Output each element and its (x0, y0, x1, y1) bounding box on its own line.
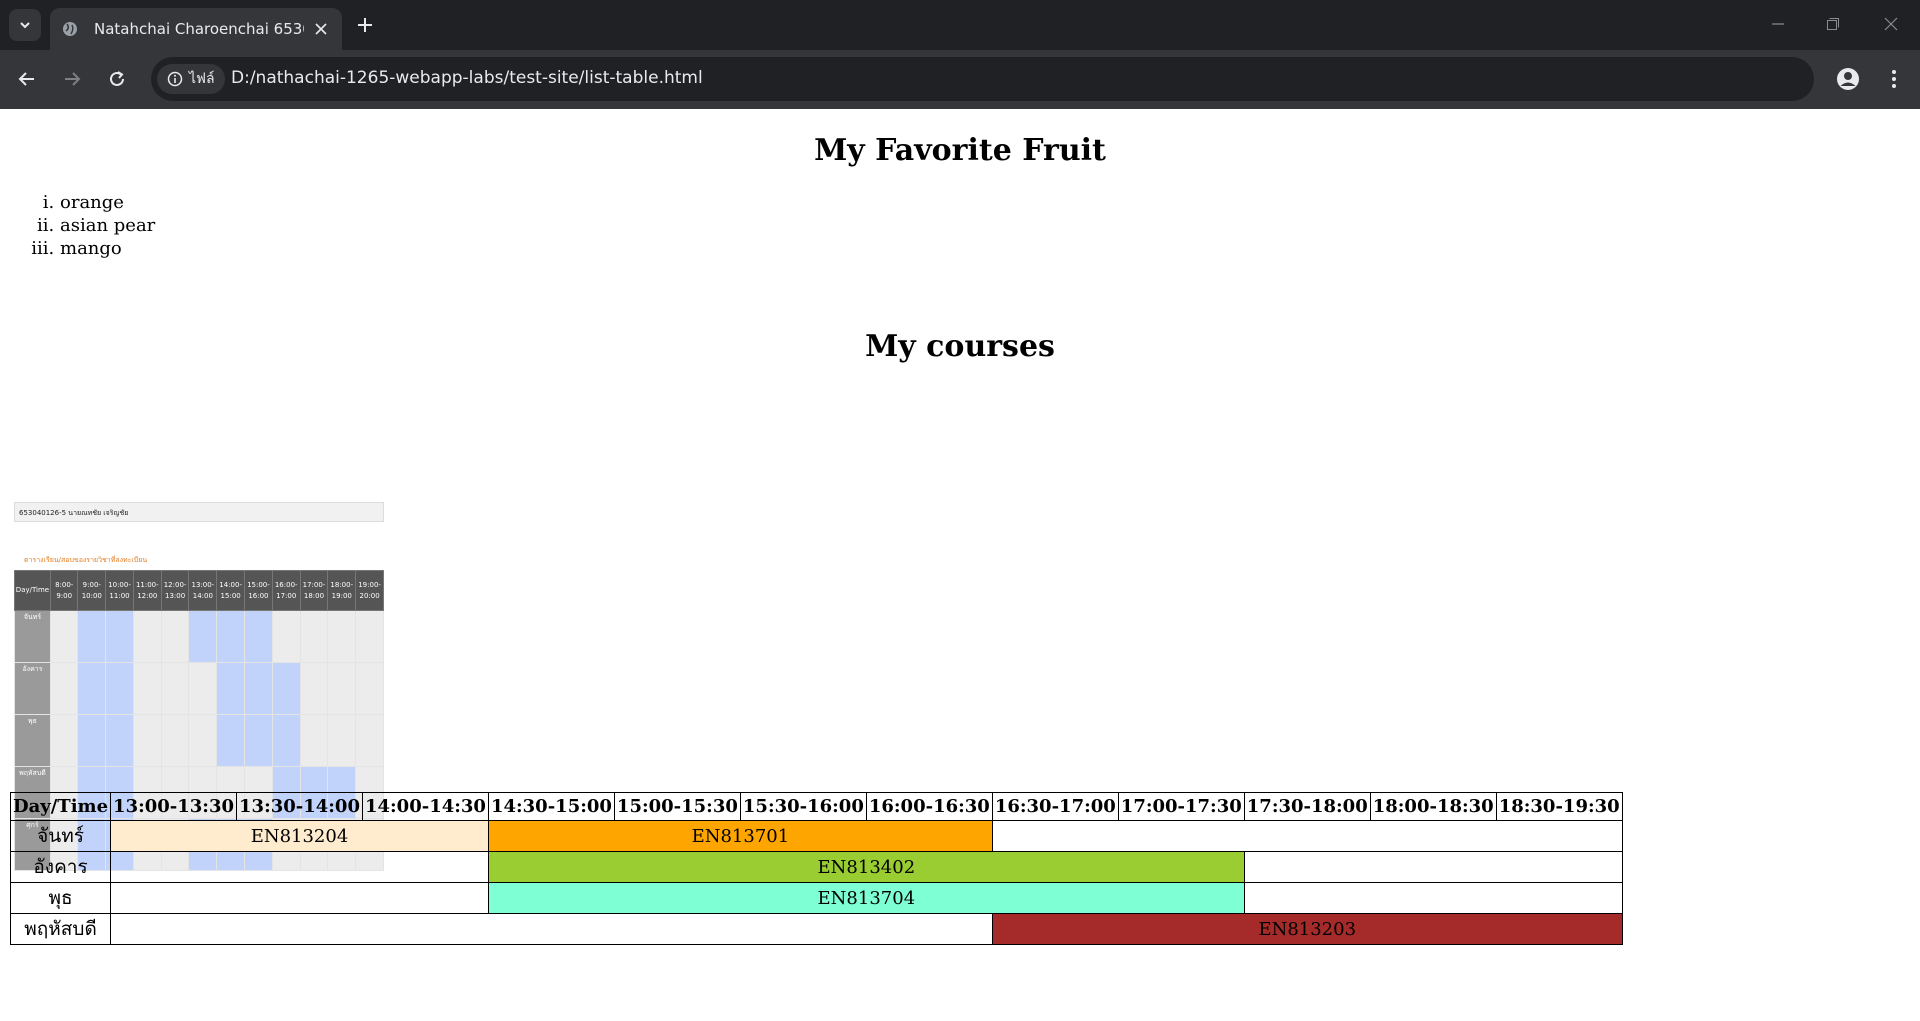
info-icon (167, 71, 183, 87)
close-window-button[interactable] (1879, 12, 1903, 36)
mini-time: 19:00-20:00 (355, 570, 384, 611)
mini-time: 9:00-10:00 (77, 570, 107, 611)
day-cell: พฤหัสบดี (9, 913, 112, 945)
close-icon (1884, 17, 1898, 31)
course-cell: EN813704 (487, 882, 1245, 914)
table-row: อังคาร EN813402 (9, 851, 1623, 883)
new-tab-button[interactable] (353, 13, 377, 37)
mini-day: จันทร์ (14, 610, 51, 663)
tab-strip: Natahchai Charoenchai 653040 (0, 0, 1920, 50)
mini-day: พุธ (14, 714, 51, 767)
header-cell: 17:00-17:30 (1117, 792, 1245, 821)
reload-button[interactable] (103, 65, 131, 93)
fruit-list: orange asian pear mango (60, 191, 155, 260)
student-line: 653040126-5 นายณทชัย เจริญชัย (14, 502, 384, 522)
timetable-header-row: Day/Time 13:00-13:30 13:30-14:00 14:00-1… (9, 792, 1623, 821)
empty-cell (110, 882, 489, 914)
reload-icon (110, 71, 124, 86)
browser-tab[interactable]: Natahchai Charoenchai 653040 (50, 8, 342, 50)
mini-time: 15:00-16:00 (244, 570, 273, 611)
restore-icon (1827, 18, 1839, 30)
header-cell: 16:00-16:30 (865, 792, 993, 821)
browser-chrome: Natahchai Charoenchai 653040 (0, 0, 1920, 109)
header-cell: 14:30-15:00 (487, 792, 615, 821)
course-cell: EN813204 (110, 820, 489, 852)
table-row: พุธ EN813704 (9, 882, 1623, 914)
chip-label: ไฟล์ (189, 71, 215, 87)
mini-time: 13:00-14:00 (188, 570, 218, 611)
header-cell: 18:00-18:30 (1369, 792, 1497, 821)
plus-icon (358, 18, 372, 32)
list-item: mango (60, 237, 155, 260)
chevron-down-icon (20, 22, 30, 29)
tab-search-button[interactable] (9, 9, 41, 41)
tab-close-icon[interactable] (312, 20, 330, 38)
minimize-button[interactable] (1766, 12, 1790, 36)
mini-day: อังคาร (14, 662, 51, 715)
header-cell: 15:00-15:30 (613, 792, 741, 821)
mini-time: 18:00-19:00 (327, 570, 357, 611)
minimize-icon (1772, 23, 1784, 25)
header-cell: 18:30-19:30 (1495, 792, 1623, 821)
schedule-subtitle: ตารางเรียน/สอบของรายวิชาที่ลงทะเบียน (24, 556, 148, 564)
header-cell: 13:00-13:30 (110, 792, 238, 821)
profile-button[interactable] (1834, 65, 1862, 93)
empty-cell (110, 913, 993, 945)
mini-time: 12:00-13:00 (160, 570, 190, 611)
empty-cell (110, 851, 489, 883)
mini-time: 14:00-15:00 (216, 570, 246, 611)
header-cell: 17:30-18:00 (1243, 792, 1371, 821)
site-info-chip[interactable]: ไฟล์ (157, 64, 225, 94)
mini-time: 8:00-9:00 (49, 570, 79, 611)
courses-heading: My courses (865, 329, 1055, 364)
day-cell: อังคาร (9, 851, 112, 883)
mini-time: 11:00-12:00 (132, 570, 162, 611)
mini-time: 10:00-11:00 (105, 570, 134, 611)
mini-header-daytime: Day/Time (14, 570, 51, 611)
empty-cell (991, 820, 1623, 852)
browser-menu-button[interactable] (1880, 65, 1908, 93)
course-cell: EN813701 (487, 820, 993, 852)
empty-cell (1243, 882, 1623, 914)
avatar-icon (1837, 68, 1859, 90)
mini-time: 16:00-17:00 (271, 570, 301, 611)
address-bar[interactable]: ไฟล์ D:/nathachai-1265-webapp-labs/test-… (151, 57, 1814, 101)
tab-title: Natahchai Charoenchai 653040 (94, 20, 304, 38)
restore-button[interactable] (1821, 12, 1845, 36)
course-cell: EN813203 (991, 913, 1623, 945)
header-cell: 16:30-17:00 (991, 792, 1119, 821)
back-button[interactable] (13, 65, 41, 93)
course-cell: EN813402 (487, 851, 1245, 883)
header-cell: 15:30-16:00 (739, 792, 867, 821)
day-cell: จันทร์ (9, 820, 112, 852)
url-text[interactable]: D:/nathachai-1265-webapp-labs/test-site/… (231, 68, 703, 88)
course-timetable: Day/Time 13:00-13:30 13:30-14:00 14:00-1… (9, 792, 1623, 945)
forward-arrow-icon (65, 72, 81, 86)
list-item: asian pear (60, 214, 155, 237)
forward-button[interactable] (58, 65, 86, 93)
kebab-menu-icon (1892, 70, 1896, 88)
browser-toolbar: ไฟล์ D:/nathachai-1265-webapp-labs/test-… (0, 50, 1920, 109)
page-content: My Favorite Fruit orange asian pear mang… (0, 109, 1920, 1021)
table-row: จันทร์ EN813204 EN813701 (9, 820, 1623, 852)
table-row: พฤหัสบดี EN813203 (9, 913, 1623, 945)
header-cell: Day/Time (9, 792, 112, 821)
fruit-heading: My Favorite Fruit (814, 133, 1106, 168)
empty-cell (1243, 851, 1623, 883)
header-cell: 14:00-14:30 (361, 792, 489, 821)
list-item: orange (60, 191, 155, 214)
globe-icon (62, 21, 78, 37)
header-cell: 13:30-14:00 (236, 792, 363, 821)
back-arrow-icon (18, 72, 34, 86)
day-cell: พุธ (9, 882, 112, 914)
mini-time: 17:00-18:00 (299, 570, 329, 611)
